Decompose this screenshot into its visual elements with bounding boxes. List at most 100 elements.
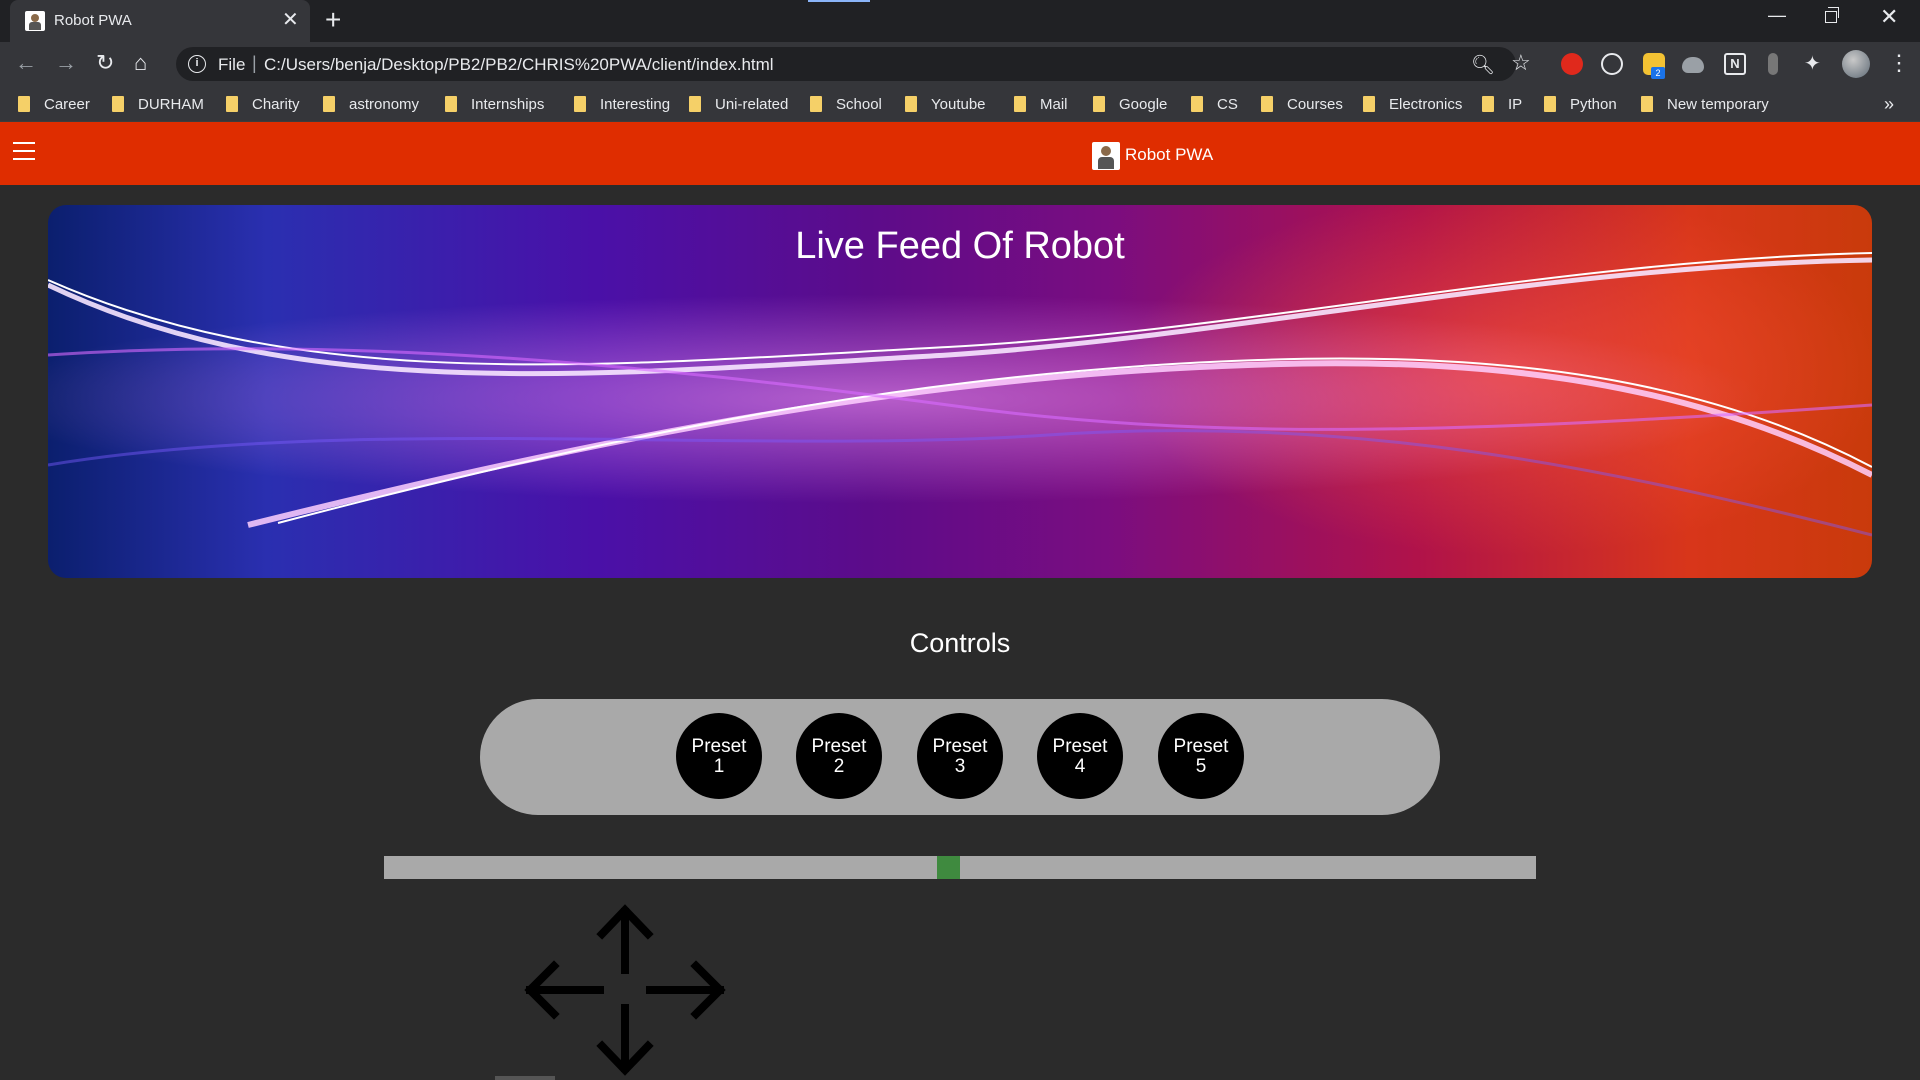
bookmark-item[interactable]: Charity [226, 96, 300, 116]
more-bookmarks-icon[interactable]: » [1884, 94, 1894, 115]
timer-extension-icon[interactable] [1601, 53, 1623, 75]
restore-button[interactable] [1825, 7, 1839, 23]
folder-icon [574, 96, 586, 112]
reload-button[interactable]: ↻ [96, 50, 114, 76]
robot-logo-icon [1092, 142, 1120, 170]
bookmark-item[interactable]: Uni-related [689, 96, 788, 116]
notion-extension-icon[interactable]: N [1724, 53, 1746, 75]
folder-icon [1544, 96, 1556, 112]
browser-toolbar: ← → ↻ ⌂ i File | C:/Users/benja/Desktop/… [0, 42, 1920, 86]
bookmark-star-icon[interactable]: ☆ [1511, 50, 1531, 76]
preset-button-2[interactable]: Preset 2 [796, 713, 882, 799]
preset-label: Preset [932, 736, 988, 757]
url-separator: | [252, 53, 257, 73]
disabled-extension-icon[interactable] [1768, 53, 1778, 75]
bookmark-item[interactable]: School [810, 96, 882, 116]
bookmark-item[interactable]: New temporary [1641, 96, 1769, 116]
bookmark-label: Google [1119, 96, 1168, 113]
bookmark-item[interactable]: Mail [1014, 96, 1068, 116]
folder-icon [905, 96, 917, 112]
move-arrows-icon[interactable] [520, 900, 730, 1080]
bookmark-label: Internships [471, 96, 545, 113]
hamburger-menu-icon[interactable] [13, 142, 35, 160]
preset-label: Preset [691, 736, 747, 757]
bookmark-label: School [836, 96, 882, 113]
folder-icon [323, 96, 335, 112]
bookmark-item[interactable]: astronomy [323, 96, 419, 116]
tab-indicator [808, 0, 870, 2]
preset-number: 4 [1074, 756, 1086, 777]
browser-tab[interactable]: Robot PWA ✕ [10, 0, 310, 42]
profile-avatar[interactable] [1842, 50, 1870, 78]
preset-button-5[interactable]: Preset 5 [1158, 713, 1244, 799]
bookmark-item[interactable]: Python [1544, 96, 1617, 116]
folder-icon [445, 96, 457, 112]
preset-button-3[interactable]: Preset 3 [917, 713, 1003, 799]
bookmark-item[interactable]: Electronics [1363, 96, 1462, 116]
preset-button-1[interactable]: Preset 1 [676, 713, 762, 799]
folder-icon [112, 96, 124, 112]
preset-label: Preset [1052, 736, 1108, 757]
bookmark-item[interactable]: Interesting [574, 96, 670, 116]
controls-heading: Controls [909, 628, 1011, 658]
bookmark-item[interactable]: Internships [445, 96, 544, 116]
app-title: Robot PWA [1125, 145, 1214, 164]
bookmark-item[interactable]: Youtube [905, 96, 986, 116]
app-header: Robot PWA [0, 122, 1920, 185]
live-feed-image: Live Feed Of Robot [48, 205, 1872, 578]
url-text[interactable]: C:/Users/benja/Desktop/PB2/PB2/CHRIS%20P… [264, 55, 774, 75]
bookmark-label: Uni-related [715, 96, 789, 113]
bookmark-label: IP [1508, 96, 1523, 113]
puzzle-icon[interactable]: ✦ [1804, 51, 1821, 76]
adblock-extension-icon[interactable] [1561, 53, 1583, 75]
preset-label: Preset [1173, 736, 1229, 757]
bookmark-label: Charity [252, 96, 300, 113]
bookmark-label: Python [1570, 96, 1617, 113]
tab-close-icon[interactable]: ✕ [282, 9, 299, 31]
slider-thumb[interactable] [937, 856, 960, 879]
window-close-button[interactable]: ✕ [1880, 4, 1898, 30]
folder-icon [1482, 96, 1494, 112]
forward-button[interactable]: → [55, 50, 77, 76]
bookmark-item[interactable]: Career [18, 96, 90, 116]
bookmark-label: New temporary [1667, 96, 1769, 113]
bookmarks-bar: Career DURHAM Charity astronomy Internships I… [0, 86, 1920, 122]
home-button[interactable]: ⌂ [134, 50, 147, 76]
bookmark-label: Youtube [931, 96, 986, 113]
preset-number: 1 [713, 756, 725, 777]
folder-icon [1641, 96, 1653, 112]
folder-icon [810, 96, 822, 112]
folder-icon [18, 96, 30, 112]
bookmark-label: Interesting [600, 96, 671, 113]
cloud-extension-icon[interactable] [1682, 57, 1704, 73]
info-icon[interactable]: i [188, 55, 206, 73]
bookmark-item[interactable]: DURHAM [112, 96, 204, 116]
speed-slider[interactable] [384, 856, 1536, 879]
back-button[interactable]: ← [15, 50, 37, 76]
bookmark-label: Electronics [1389, 96, 1463, 113]
zoom-icon[interactable]: 🔍︎ [1471, 53, 1495, 77]
bookmark-item[interactable]: IP [1482, 96, 1522, 116]
preset-bar: Preset 1 Preset 2 Preset 3 Preset 4 Pres… [480, 699, 1440, 815]
preset-button-4[interactable]: Preset 4 [1037, 713, 1123, 799]
bookmark-item[interactable]: Courses [1261, 96, 1343, 116]
preset-label: Preset [811, 736, 867, 757]
bookmark-item[interactable]: Google [1093, 96, 1167, 116]
folder-icon [1191, 96, 1203, 112]
bookmark-label: Courses [1287, 96, 1343, 113]
folder-icon [689, 96, 701, 112]
folder-icon [1363, 96, 1375, 112]
preset-number: 2 [833, 756, 845, 777]
bookmark-label: CS [1217, 96, 1238, 113]
tab-strip: Robot PWA ✕ + — ✕ [0, 0, 1920, 42]
scroll-indicator [495, 1076, 555, 1080]
address-bar[interactable]: i File | C:/Users/benja/Desktop/PB2/PB2/… [176, 47, 1531, 81]
bookmark-label: astronomy [349, 96, 420, 113]
new-tab-button[interactable]: + [325, 5, 341, 35]
tab-title: Robot PWA [54, 12, 132, 29]
bookmark-label: Mail [1040, 96, 1068, 113]
minimize-button[interactable]: — [1768, 5, 1786, 26]
robot-favicon-icon [25, 11, 45, 31]
bookmark-item[interactable]: CS [1191, 96, 1238, 116]
browser-menu-icon[interactable]: ⋮ [1888, 48, 1910, 78]
